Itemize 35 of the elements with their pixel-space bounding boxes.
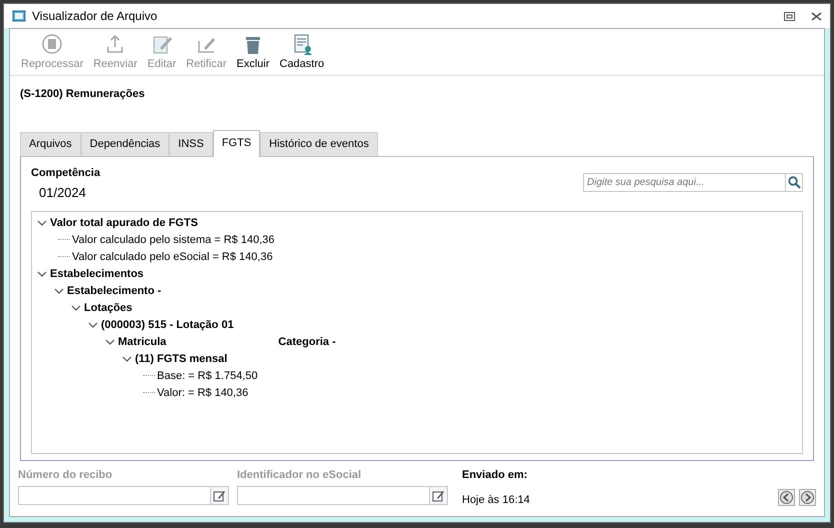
tree-item[interactable]: Valor calculado pelo eSocial = R$ 140,36 [72,248,273,266]
tree-item[interactable]: (000003) 515 - Lotação 01 [101,316,234,334]
toolbar-button[interactable]: Excluir [231,33,274,72]
field-value: 01/2024 [38,184,87,202]
search-field[interactable]: Digite sua pesquisa aqui... [583,172,785,192]
app-icon [12,9,26,23]
field-label: Identificador no eSocial [237,468,362,483]
search-icon [788,176,800,188]
close-icon[interactable] [811,12,822,20]
tab[interactable]: Arquivos [20,132,81,156]
field-label: Número do recibo [18,468,114,483]
tab[interactable]: FGTS [212,130,260,156]
field-label: Enviado em: [462,468,528,483]
record-title: (S-1200) Remunerações [19,86,146,102]
restore-icon[interactable] [784,12,795,20]
tab[interactable]: Histórico de eventos [260,132,378,156]
field-value: Hoje às 16:14 [462,492,530,508]
toolbar-button[interactable]: Cadastro [274,33,330,72]
tree-item[interactable]: Lotações [84,300,132,316]
next-button[interactable] [799,489,816,506]
field-label: Competência [31,166,100,180]
search-button[interactable] [785,172,803,192]
tree-item[interactable]: Valor calculado pelo sistema = R$ 140,36 [72,232,275,248]
window-title: Visualizador de Arquivo [32,8,158,25]
tree-item[interactable]: Base: = R$ 1.754,50 [157,368,258,384]
tree-item[interactable]: Estabelecimentos [50,266,144,282]
tree-item[interactable]: Valor: = R$ 140,36 [157,384,248,402]
tree-item-label: Categoria - [278,334,336,350]
tree-item[interactable]: (11) FGTS mensal [135,350,228,368]
tab[interactable]: Dependências [80,132,170,156]
tree-item[interactable]: Valor total apurado de FGTS [50,214,198,232]
tree-item[interactable]: Estabelecimento - [67,282,162,300]
previous-button[interactable] [778,489,795,506]
tab[interactable]: INSS [169,132,213,156]
tree-item[interactable]: Matricula [118,334,166,350]
